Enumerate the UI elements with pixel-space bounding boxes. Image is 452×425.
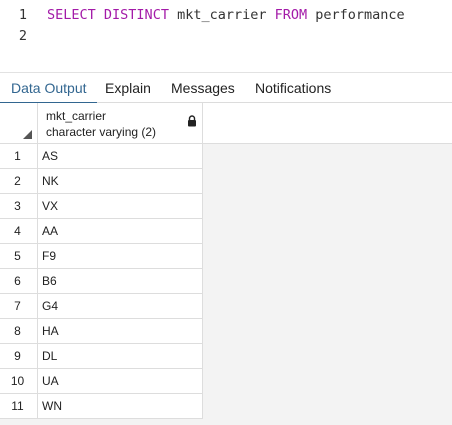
- tab-notifications[interactable]: Notifications: [255, 73, 331, 103]
- mkt-carrier-cell[interactable]: AA: [38, 219, 203, 244]
- sql-keyword: DISTINCT: [103, 7, 169, 23]
- code-line[interactable]: SELECT DISTINCT mkt_carrier FROM perform…: [47, 5, 405, 25]
- row-number[interactable]: 6: [0, 269, 38, 294]
- data-output-grid[interactable]: mkt_carrier character varying (2) 1 AS 2 NK…: [0, 103, 452, 425]
- row-number[interactable]: 7: [0, 294, 38, 319]
- tab-explain[interactable]: Explain: [105, 73, 151, 103]
- editor-line[interactable]: 2: [0, 26, 452, 46]
- row-number[interactable]: 4: [0, 219, 38, 244]
- mkt-carrier-cell[interactable]: WN: [38, 394, 203, 419]
- column-header-mkt-carrier[interactable]: mkt_carrier character varying (2): [38, 103, 203, 144]
- table-row[interactable]: 7 G4: [0, 294, 203, 319]
- table-row[interactable]: 9 DL: [0, 344, 203, 369]
- sql-text: performance: [307, 7, 405, 23]
- grid-header-row: mkt_carrier character varying (2): [0, 103, 452, 144]
- row-number[interactable]: 8: [0, 319, 38, 344]
- sql-keyword: SELECT: [47, 7, 96, 23]
- mkt-carrier-cell[interactable]: UA: [38, 369, 203, 394]
- mkt-carrier-cell[interactable]: HA: [38, 319, 203, 344]
- mkt-carrier-cell[interactable]: DL: [38, 344, 203, 369]
- sql-keyword: FROM: [274, 7, 308, 23]
- tab-messages[interactable]: Messages: [171, 73, 235, 103]
- grid-body: 1 AS 2 NK 3 VX 4 AA 5 F9 6 B6 7 G4 8 HA 9 DL 10 UA 11 WN: [0, 144, 203, 419]
- select-all-corner[interactable]: [0, 103, 38, 144]
- mkt-carrier-cell[interactable]: B6: [38, 269, 203, 294]
- mkt-carrier-cell[interactable]: AS: [38, 144, 203, 169]
- row-number[interactable]: 1: [0, 144, 38, 169]
- row-number[interactable]: 9: [0, 344, 38, 369]
- table-row[interactable]: 1 AS: [0, 144, 203, 169]
- editor-line[interactable]: 1 SELECT DISTINCT mkt_carrier FROM perfo…: [0, 5, 452, 25]
- mkt-carrier-cell[interactable]: G4: [38, 294, 203, 319]
- results-tab-bar: Data Output Explain Messages Notificatio…: [0, 72, 452, 104]
- tab-data-output[interactable]: Data Output: [0, 73, 97, 104]
- table-row[interactable]: 10 UA: [0, 369, 203, 394]
- table-row[interactable]: 5 F9: [0, 244, 203, 269]
- mkt-carrier-cell[interactable]: VX: [38, 194, 203, 219]
- row-number[interactable]: 10: [0, 369, 38, 394]
- column-type: character varying (2): [46, 125, 157, 139]
- row-number[interactable]: 3: [0, 194, 38, 219]
- select-all-icon: [23, 130, 32, 139]
- table-row[interactable]: 3 VX: [0, 194, 203, 219]
- table-row[interactable]: 6 B6: [0, 269, 203, 294]
- table-row[interactable]: 4 AA: [0, 219, 203, 244]
- sql-text: mkt_carrier: [168, 7, 275, 23]
- line-number: 2: [18, 28, 27, 44]
- mkt-carrier-cell[interactable]: F9: [38, 244, 203, 269]
- line-number: 1: [18, 7, 27, 23]
- sql-editor[interactable]: 1 SELECT DISTINCT mkt_carrier FROM perfo…: [0, 0, 452, 72]
- mkt-carrier-cell[interactable]: NK: [38, 169, 203, 194]
- table-row[interactable]: 11 WN: [0, 394, 203, 419]
- lock-icon: [188, 115, 196, 127]
- column-name: mkt_carrier: [46, 109, 107, 123]
- table-row[interactable]: 8 HA: [0, 319, 203, 344]
- row-number[interactable]: 2: [0, 169, 38, 194]
- row-number[interactable]: 11: [0, 394, 38, 419]
- table-row[interactable]: 2 NK: [0, 169, 203, 194]
- row-number[interactable]: 5: [0, 244, 38, 269]
